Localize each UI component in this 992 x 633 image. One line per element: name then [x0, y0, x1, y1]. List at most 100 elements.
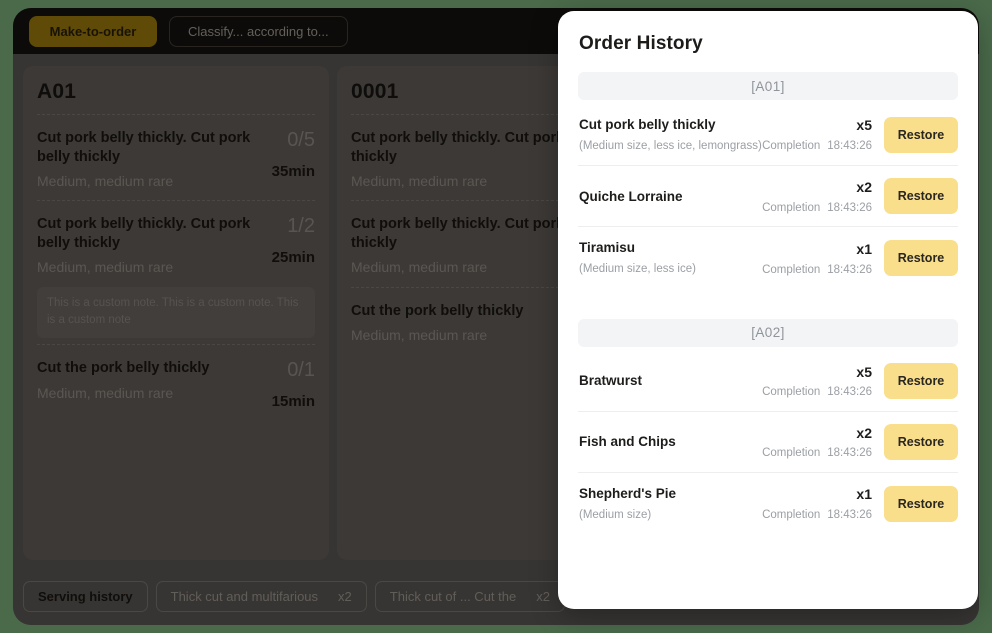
order-item-name: Cut pork belly thickly. Cut pork belly t… — [37, 130, 251, 165]
history-row: Cut pork belly thickly (Medium size, les… — [578, 104, 958, 167]
order-line-meta: 0/1 15min — [263, 359, 315, 411]
completion-time: 18:43:26 — [827, 447, 872, 460]
serving-history-button[interactable]: Serving history — [23, 581, 148, 612]
history-row-text: Bratwurst — [579, 372, 762, 390]
history-item-name: Tiramisu — [579, 240, 636, 256]
history-row: Bratwurst x5 Completion 18:43:26 Restore — [578, 351, 958, 412]
order-card-a01[interactable]: A01 Cut pork belly thickly. Cut pork bel… — [23, 66, 329, 560]
restore-button[interactable]: Restore — [884, 362, 958, 399]
order-item-count: 0/5 — [287, 129, 315, 151]
restore-button[interactable]: Restore — [884, 423, 958, 460]
bottom-chip-qty: x2 — [338, 589, 352, 604]
restore-button[interactable]: Restore — [884, 178, 958, 215]
completion-time: 18:43:26 — [827, 201, 872, 214]
history-item-completion: Completion 18:43:26 — [762, 509, 872, 521]
serving-history-label: Serving history — [38, 589, 133, 604]
history-row: Tiramisu (Medium size, less ice) x1 Comp… — [578, 227, 958, 288]
completion-time: 18:43:26 — [827, 263, 872, 276]
history-item-completion: Completion 18:43:26 — [762, 264, 872, 276]
history-row-text: Cut pork belly thickly (Medium size, les… — [579, 116, 762, 153]
order-item-time: 15min — [271, 393, 315, 411]
completion-time: 18:43:26 — [827, 386, 872, 399]
tab-classify[interactable]: Classify... according to... — [169, 15, 348, 47]
history-item-completion: Completion 18:43:26 — [762, 447, 872, 459]
history-item-name: Cut pork belly thickly — [579, 117, 716, 132]
divider — [37, 200, 315, 202]
tab-make-to-order-label: Make-to-order — [49, 23, 137, 39]
order-item-time: 35min — [271, 163, 315, 180]
history-row: Quiche Lorraine x2 Completion 18:43:26 Re… — [578, 166, 958, 228]
drawer-title: Order History — [579, 33, 703, 54]
history-row-meta: x2 Completion 18:43:26 — [762, 179, 884, 214]
history-row-meta: x5 Completion 18:43:26 — [762, 364, 884, 399]
tab-classify-label: Classify... according to... — [188, 23, 329, 39]
screen: Make-to-order Classify... according to..… — [0, 0, 992, 633]
order-item-options: Medium, medium rare — [37, 173, 174, 190]
history-row: Fish and Chips x2 Completion 18:43:26 Res… — [578, 412, 958, 473]
history-item-qty: x1 — [856, 240, 872, 257]
history-row-meta: x2 Completion 18:43:26 — [762, 425, 884, 460]
history-row: Shepherd's Pie (Medium size) x1 Completi… — [578, 473, 958, 534]
section-header-a01: [A01] — [578, 72, 958, 100]
completion-label: Completion — [762, 386, 821, 399]
order-line-text: Cut pork belly thickly. Cut pork belly t… — [37, 215, 255, 276]
bottom-chip[interactable]: Thick cut of ... Cut the x2 — [374, 581, 565, 612]
history-row-text: Fish and Chips — [579, 433, 762, 451]
history-item-qty: x5 — [856, 363, 872, 380]
history-item-options: (Medium size, less ice, lemongrass) — [579, 139, 762, 152]
order-item-name: Cut the pork belly thickly — [37, 360, 210, 377]
order-line: Cut pork belly thickly. Cut pork belly t… — [37, 119, 315, 198]
restore-button[interactable]: Restore — [884, 240, 958, 277]
completion-label: Completion — [762, 263, 821, 276]
bottom-chip-label: Thick cut of ... Cut the — [389, 589, 517, 604]
order-item-count: 1/2 — [287, 215, 315, 238]
history-item-completion: Completion 18:43:26 — [762, 140, 872, 152]
order-item-options: Medium, medium rare — [37, 384, 174, 401]
history-item-qty: x5 — [856, 117, 872, 134]
history-row-meta: x5 Completion 18:43:26 — [762, 117, 884, 152]
order-line: Cut pork belly thickly. Cut pork belly t… — [37, 205, 315, 284]
completion-time: 18:43:26 — [827, 140, 872, 153]
order-item-note: This is a custom note. This is a custom … — [37, 286, 315, 339]
history-item-completion: Completion 18:43:26 — [762, 202, 872, 214]
bottom-chip-label: Thick cut and multifarious — [170, 589, 319, 604]
history-item-qty: x1 — [856, 486, 872, 503]
completion-time: 18:43:26 — [827, 509, 872, 522]
order-item-name: Cut pork belly thickly. Cut pork belly t… — [37, 216, 251, 251]
history-item-qty: x2 — [856, 179, 872, 196]
history-row-text: Shepherd's Pie (Medium size) — [579, 485, 762, 522]
history-item-name: Shepherd's Pie — [579, 485, 676, 501]
history-item-name: Fish and Chips — [579, 434, 676, 450]
order-line-meta: 0/5 35min — [263, 129, 315, 190]
history-item-completion: Completion 18:43:26 — [762, 386, 872, 398]
divider — [37, 344, 315, 346]
history-item-options: (Medium size, less ice) — [579, 263, 696, 276]
order-item-options: Medium, medium rare — [37, 259, 174, 276]
bottom-chip[interactable]: Thick cut and multifarious x2 — [155, 581, 367, 612]
order-item-time: 25min — [271, 249, 315, 267]
divider — [37, 114, 315, 115]
tab-make-to-order[interactable]: Make-to-order — [29, 15, 157, 47]
completion-label: Completion — [762, 447, 821, 460]
history-item-name: Bratwurst — [579, 373, 643, 389]
restore-button[interactable]: Restore — [884, 116, 958, 153]
bottom-chip-qty: x2 — [536, 589, 550, 604]
history-item-options: (Medium size) — [579, 508, 652, 521]
order-line: Cut the pork belly thickly Medium, mediu… — [37, 349, 315, 418]
completion-label: Completion — [762, 509, 821, 522]
order-line-text: Cut pork belly thickly. Cut pork belly t… — [37, 129, 255, 190]
history-item-name: Quiche Lorraine — [579, 188, 683, 204]
order-line-text: Cut the pork belly thickly Medium, mediu… — [37, 359, 255, 410]
order-line-meta: 1/2 25min — [263, 215, 315, 276]
history-row-text: Tiramisu (Medium size, less ice) — [579, 239, 762, 276]
restore-button[interactable]: Restore — [884, 485, 958, 522]
order-history-drawer: Order History [A01] Cut pork belly thick… — [558, 11, 978, 609]
history-row-meta: x1 Completion 18:43:26 — [762, 486, 884, 521]
order-card-title: A01 — [37, 80, 77, 103]
history-row-text: Quiche Lorraine — [579, 188, 762, 206]
completion-label: Completion — [762, 140, 821, 153]
completion-label: Completion — [762, 201, 821, 214]
history-item-qty: x2 — [856, 424, 872, 441]
history-row-meta: x1 Completion 18:43:26 — [762, 241, 884, 276]
order-item-count: 0/1 — [287, 359, 315, 382]
